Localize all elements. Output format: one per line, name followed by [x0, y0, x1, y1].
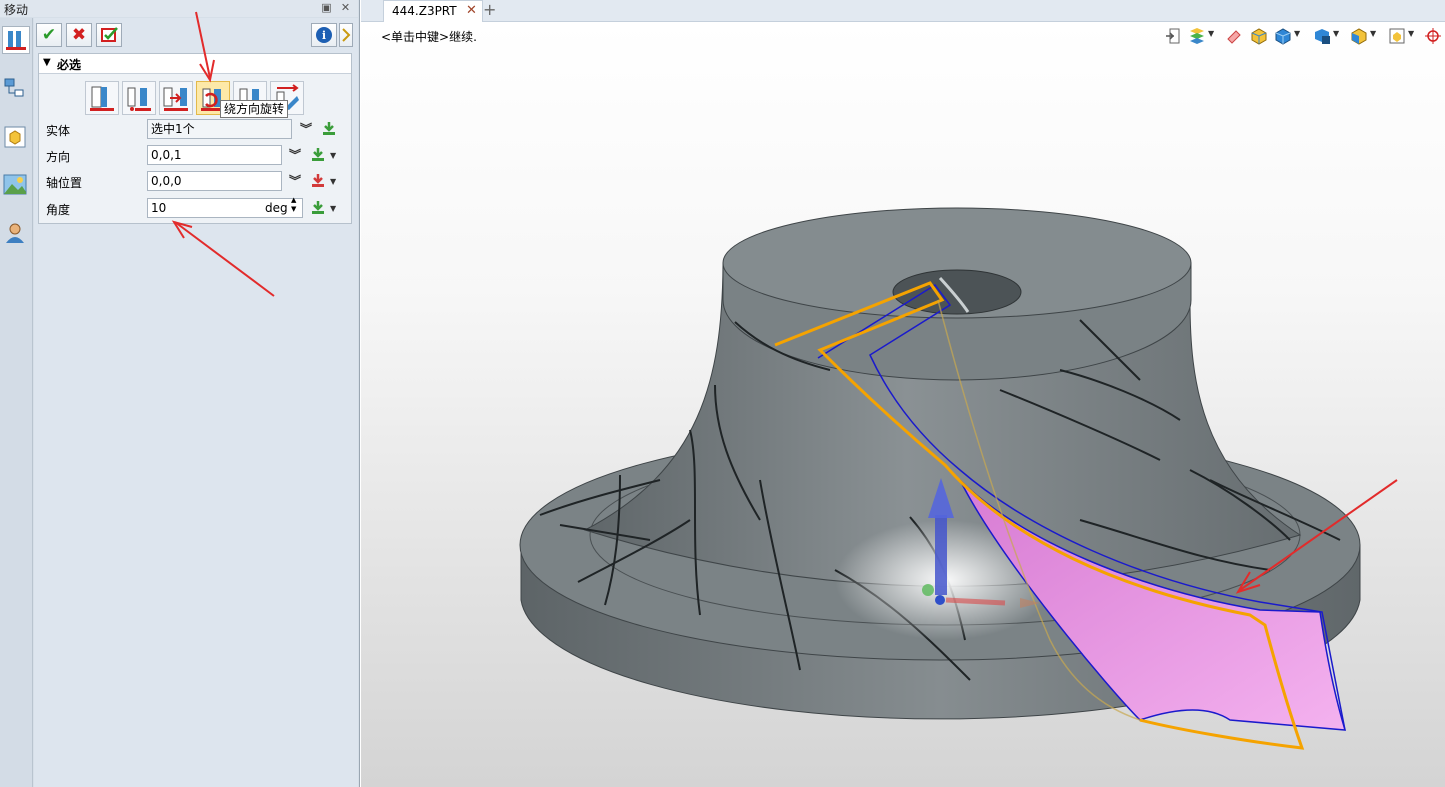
- panel-title: 移动: [4, 3, 29, 17]
- add-tab-icon[interactable]: +: [483, 0, 496, 19]
- view-orient-icon[interactable]: [1313, 27, 1331, 45]
- panel-menu-button[interactable]: [339, 23, 353, 47]
- pin-icon[interactable]: ▣: [320, 2, 333, 15]
- expand-chevron-icon[interactable]: ︾: [289, 149, 301, 161]
- dropdown-arrow-icon[interactable]: ▼: [1370, 29, 1376, 38]
- dropdown-arrow-icon[interactable]: ▼: [1408, 29, 1414, 38]
- entity-label: 实体: [46, 124, 71, 138]
- direction-label: 方向: [46, 150, 71, 164]
- eraser-icon[interactable]: [1225, 27, 1243, 45]
- collapse-triangle-icon[interactable]: ▼: [43, 57, 51, 68]
- dropdown-arrow-icon[interactable]: ▼: [330, 151, 336, 160]
- 3d-viewport[interactable]: <单击中键>继续. ▼ ▼ ▼ ▼ ▼: [361, 23, 1445, 787]
- angle-label: 角度: [46, 203, 71, 217]
- dropdown-arrow-icon[interactable]: ▼: [1294, 29, 1300, 38]
- dropdown-arrow-icon[interactable]: ▼: [330, 177, 336, 186]
- expand-chevron-icon[interactable]: ︾: [300, 123, 312, 135]
- close-tab-icon[interactable]: ✕: [466, 3, 477, 18]
- document-tab[interactable]: 444.Z3PRT ✕: [383, 0, 483, 22]
- ok-button[interactable]: ✔: [36, 23, 62, 47]
- axis-position-label: 轴位置: [46, 176, 83, 190]
- direction-field[interactable]: 0,0,1: [147, 145, 282, 165]
- move-along-direction-button[interactable]: [159, 81, 193, 115]
- svg-text:i: i: [322, 29, 326, 42]
- zoom-fit-icon[interactable]: [1388, 27, 1406, 45]
- info-button[interactable]: i: [311, 23, 337, 47]
- part-view-icon[interactable]: [2, 124, 30, 152]
- move-panel: 移动 ▣ ✕ ✔ ✖ i ▼ 必选 实体 选中1个 ︾ 方向 0,0,1 ︾ ▼…: [0, 0, 360, 787]
- move-point-to-point-button[interactable]: [122, 81, 156, 115]
- document-tabbar: 444.Z3PRT ✕ +: [361, 0, 1445, 22]
- info-icon: i: [316, 27, 332, 43]
- section-title: 必选: [57, 58, 82, 72]
- dropdown-arrow-icon[interactable]: ▼: [1333, 29, 1339, 38]
- angle-unit: deg: [265, 201, 288, 215]
- prompt-text: <单击中键>继续.: [381, 30, 477, 44]
- render-mode-icon[interactable]: [1274, 27, 1292, 45]
- angle-field[interactable]: 10 deg ▲ ▼: [147, 196, 303, 218]
- apply-icon: [101, 27, 118, 42]
- panel-titlebar: 移动 ▣ ✕: [0, 0, 358, 17]
- move-tool-icon[interactable]: [2, 26, 30, 54]
- exit-icon[interactable]: [1164, 27, 1182, 45]
- target-icon[interactable]: [1424, 27, 1442, 45]
- cancel-button[interactable]: ✖: [66, 23, 92, 47]
- pick-icon[interactable]: [310, 200, 326, 216]
- document-tab-label: 444.Z3PRT: [392, 4, 457, 18]
- angle-value: 10: [151, 201, 167, 215]
- view-cube-icon[interactable]: [1350, 27, 1368, 45]
- dropdown-arrow-icon[interactable]: ▼: [1208, 29, 1214, 38]
- apply-button[interactable]: [96, 23, 122, 47]
- pick-icon[interactable]: [321, 121, 337, 137]
- close-icon[interactable]: ✕: [339, 2, 352, 15]
- pick-icon[interactable]: [310, 147, 326, 163]
- side-strip: [0, 18, 33, 787]
- move-dynamic-button[interactable]: [85, 81, 119, 115]
- image-icon[interactable]: [2, 172, 30, 200]
- x-icon: ✖: [71, 25, 87, 45]
- shaded-view-icon[interactable]: [1250, 27, 1268, 45]
- check-icon: ✔: [41, 25, 57, 45]
- dropdown-arrow-icon[interactable]: ▼: [330, 204, 336, 213]
- expand-chevron-icon[interactable]: ︾: [289, 175, 301, 187]
- tree-icon[interactable]: [2, 76, 30, 104]
- section-header[interactable]: ▼ 必选: [39, 54, 351, 74]
- entity-field[interactable]: 选中1个: [147, 119, 292, 139]
- user-icon[interactable]: [2, 220, 30, 248]
- axis-position-field[interactable]: 0,0,0: [147, 171, 282, 191]
- tooltip: 绕方向旋转: [220, 100, 289, 118]
- filter-icon[interactable]: [1188, 27, 1206, 45]
- spinner-icon[interactable]: ▲ ▼: [291, 196, 296, 214]
- pick-icon[interactable]: [310, 173, 326, 189]
